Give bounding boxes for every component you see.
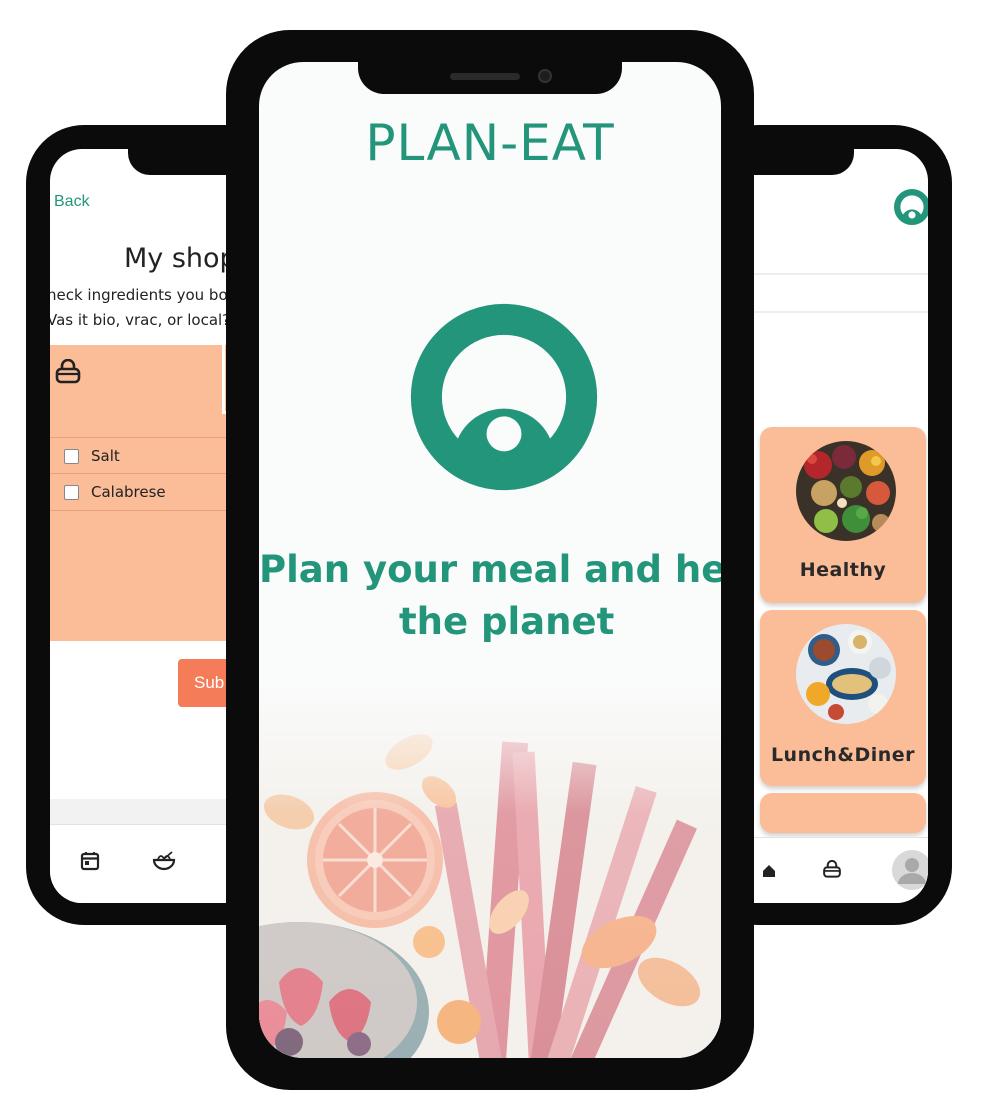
category-label: Healthy xyxy=(799,559,887,581)
basket-icon[interactable] xyxy=(822,859,842,884)
tagline: Plan your meal and hel the planet xyxy=(259,544,721,648)
brand-title: PLAN-EAT xyxy=(365,114,615,172)
ingredient-checkbox[interactable] xyxy=(64,484,79,500)
ingredient-checkbox[interactable] xyxy=(64,448,79,464)
plan-eat-logo-icon xyxy=(892,187,928,232)
bowl-icon[interactable] xyxy=(152,851,176,876)
lunch-food-image xyxy=(796,624,896,724)
ingredient-label: Calabrese xyxy=(91,483,166,501)
calendar-icon[interactable] xyxy=(80,851,100,876)
plan-eat-logo-icon xyxy=(407,300,601,499)
avatar-icon[interactable] xyxy=(892,850,928,895)
healthy-food-image xyxy=(796,441,896,541)
instruction-line: Vas it bio, vrac, or local? xyxy=(50,311,231,329)
tagline-line-2: the planet xyxy=(399,600,615,643)
shop-instructions: heck ingredients you bou Vas it bio, vra… xyxy=(50,283,237,333)
back-link[interactable]: Back xyxy=(54,193,90,211)
home-icon[interactable] xyxy=(762,864,776,883)
category-card-partial[interactable] xyxy=(760,793,926,833)
category-label: Lunch&Diner xyxy=(770,744,916,766)
camera xyxy=(538,69,552,83)
food-background-image xyxy=(259,682,721,1058)
category-card-lunch-diner[interactable]: Lunch&Diner xyxy=(760,610,926,786)
category-card-healthy[interactable]: Healthy xyxy=(760,427,926,603)
shop-title: My shop xyxy=(124,243,237,274)
basket-icon xyxy=(54,358,82,390)
speaker xyxy=(450,73,520,80)
center-phone: PLAN-EAT Plan your meal and hel the plan… xyxy=(226,30,754,1090)
instruction-line: heck ingredients you bou xyxy=(50,286,238,304)
notch xyxy=(358,62,622,94)
ingredient-label: Salt xyxy=(91,447,120,465)
tagline-line-1: Plan your meal and hel xyxy=(259,548,721,591)
splash-screen: PLAN-EAT Plan your meal and hel the plan… xyxy=(259,62,721,1058)
